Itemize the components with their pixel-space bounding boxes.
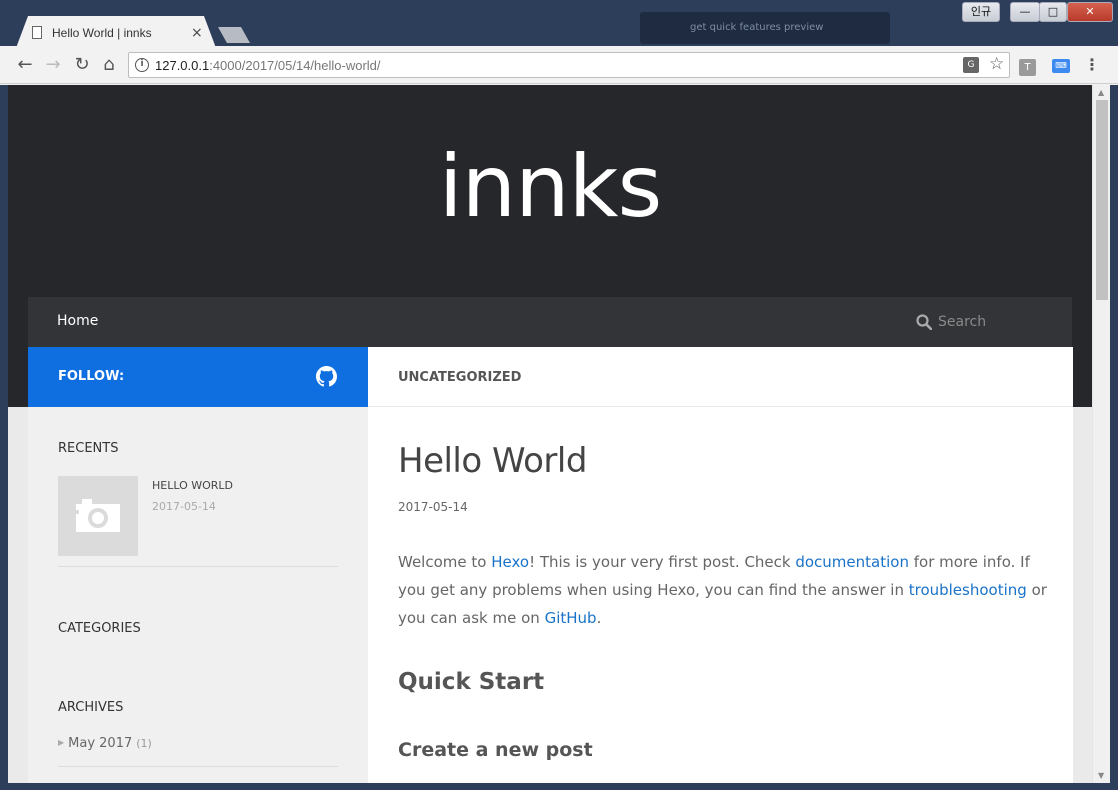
follow-bar: FOLLOW:: [28, 347, 368, 407]
divider: [58, 766, 338, 767]
page-viewport: innks Home FOLLOW: RECENTS HELLO WORLD 2…: [8, 85, 1092, 783]
forward-icon[interactable]: →: [42, 54, 64, 76]
address-bar[interactable]: i 127.0.0.1:4000/2017/05/14/hello-world/…: [128, 52, 1010, 78]
post-date: 2017-05-14: [398, 500, 468, 514]
site-title[interactable]: innks: [8, 137, 1092, 237]
scroll-thumb[interactable]: [1096, 100, 1108, 300]
archive-item[interactable]: ▶ May 2017 (1): [58, 736, 152, 751]
hexo-link[interactable]: Hexo: [491, 553, 529, 571]
translate-icon[interactable]: G: [963, 57, 979, 73]
notification-banner: get quick features preview: [640, 12, 890, 44]
category-link[interactable]: UNCATEGORIZED: [398, 370, 521, 385]
window-frame-bottom: [0, 783, 1118, 790]
url-text[interactable]: 127.0.0.1:4000/2017/05/14/hello-world/: [155, 58, 381, 73]
text: Welcome to: [398, 553, 492, 571]
back-icon[interactable]: ←: [14, 54, 36, 76]
divider: [58, 566, 338, 567]
post-paragraph: Welcome to Hexo! This is your very first…: [398, 548, 1048, 632]
nav-home-link[interactable]: Home: [57, 313, 98, 329]
maximize-button[interactable]: □: [1039, 2, 1067, 22]
create-post-heading: Create a new post: [398, 739, 593, 761]
reload-icon[interactable]: ↻: [71, 54, 93, 76]
archive-count: (1): [136, 737, 152, 750]
search-icon[interactable]: [916, 314, 932, 330]
page-scrollbar[interactable]: ▲ ▼: [1092, 85, 1110, 783]
text: ! This is your very first post. Check: [529, 553, 796, 571]
camera-icon: [76, 499, 120, 532]
sidebar: RECENTS HELLO WORLD 2017-05-14 CATEGORIE…: [28, 407, 368, 783]
recent-post-thumbnail[interactable]: [58, 476, 138, 556]
github-icon[interactable]: [316, 366, 337, 387]
post-title: Hello World: [398, 441, 587, 481]
quick-start-heading: Quick Start: [398, 669, 545, 695]
url-host: 127.0.0.1: [155, 58, 210, 73]
documentation-link[interactable]: documentation: [795, 553, 909, 571]
bookmark-star-icon[interactable]: ☆: [989, 54, 1004, 74]
extension-keyboard-icon[interactable]: ⌨: [1052, 59, 1070, 73]
triangle-right-icon: ▶: [58, 738, 65, 747]
page-icon: [32, 26, 42, 39]
url-path: :4000/2017/05/14/hello-world/: [209, 58, 381, 73]
content-header: UNCATEGORIZED: [368, 347, 1073, 407]
extension-t-icon[interactable]: T: [1019, 59, 1036, 76]
tab-close-icon[interactable]: ×: [191, 25, 203, 41]
post-content: Hello World 2017-05-14 Welcome to Hexo! …: [368, 407, 1073, 783]
close-window-button[interactable]: ✕: [1067, 2, 1113, 22]
recent-post-title[interactable]: HELLO WORLD: [152, 479, 233, 492]
follow-label: FOLLOW:: [58, 369, 125, 384]
minimize-button[interactable]: —: [1010, 2, 1040, 22]
archives-heading: ARCHIVES: [58, 700, 124, 715]
github-link[interactable]: GitHub: [545, 609, 597, 627]
recents-heading: RECENTS: [58, 441, 119, 456]
text: .: [596, 609, 602, 627]
categories-heading: CATEGORIES: [58, 621, 141, 636]
tab-title[interactable]: Hello World | innks: [52, 26, 152, 40]
scroll-down-icon[interactable]: ▼: [1098, 771, 1104, 780]
browser-toolbar: ← → ↻ ⌂ i 127.0.0.1:4000/2017/05/14/hell…: [0, 46, 1118, 84]
home-icon[interactable]: ⌂: [98, 54, 120, 76]
recent-post-date: 2017-05-14: [152, 500, 216, 513]
browser-menu-icon[interactable]: ⋮: [1084, 55, 1100, 74]
profile-button[interactable]: 인규: [962, 2, 1000, 22]
main-navbar: Home: [28, 297, 1072, 347]
search-input[interactable]: [938, 310, 1058, 334]
troubleshooting-link[interactable]: troubleshooting: [909, 581, 1027, 599]
archive-label: May 2017: [68, 736, 133, 751]
window-frame-left: [0, 85, 8, 790]
window-frame-right: [1110, 85, 1118, 790]
info-icon[interactable]: i: [135, 58, 149, 72]
scroll-up-icon[interactable]: ▲: [1098, 88, 1104, 97]
